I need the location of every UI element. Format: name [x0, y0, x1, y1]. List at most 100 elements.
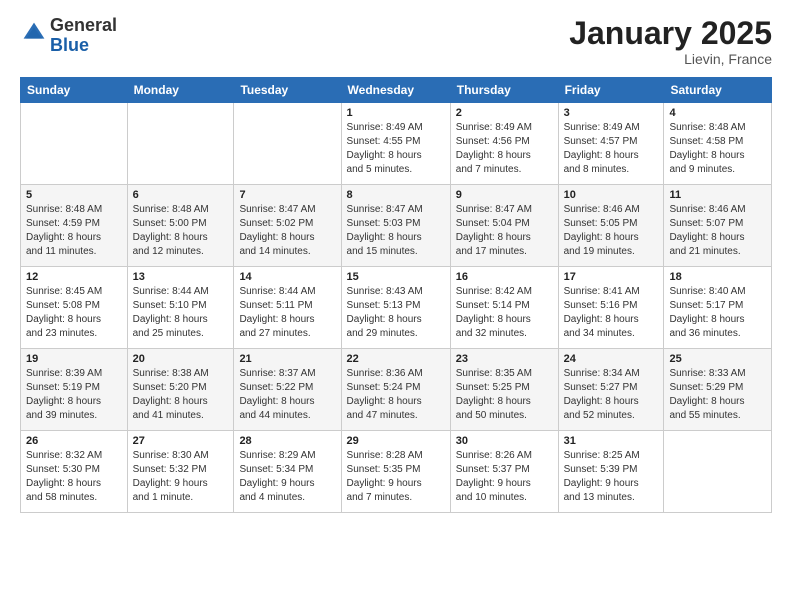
- calendar-week-2: 12 Sunrise: 8:45 AM Sunset: 5:08 PM Dayli…: [21, 267, 772, 349]
- day-info: Sunrise: 8:36 AM Sunset: 5:24 PM Dayligh…: [347, 367, 445, 423]
- calendar-cell: 19Sunrise: 8:39 AM Sunset: 5:19 PM Dayli…: [21, 349, 128, 431]
- calendar-cell: 17 Sunrise: 8:41 AM Sunset: 5:16 PM Dayli…: [558, 267, 664, 349]
- calendar-cell: 25Sunrise: 8:33 AM Sunset: 5:29 PM Dayli…: [664, 349, 772, 431]
- calendar-cell: 14 Sunrise: 8:44 AM Sunset: 5:11 PM Dayli…: [234, 267, 341, 349]
- day-number: 4: [669, 107, 766, 119]
- day-info: Sunrise: 8:47 AM Sunset: 5:04 PM Dayligh…: [456, 203, 553, 259]
- calendar-table: Sunday Monday Tuesday Wednesday Thursday…: [20, 77, 772, 513]
- calendar-cell: 20Sunrise: 8:38 AM Sunset: 5:20 PM Dayli…: [127, 349, 234, 431]
- logo-general-text: General: [50, 15, 117, 35]
- col-thursday: Thursday: [450, 78, 558, 103]
- calendar-cell: 28 Sunrise: 8:29 AM Sunset: 5:34 PM Dayli…: [234, 431, 341, 513]
- day-number: 18: [669, 271, 766, 283]
- calendar-cell: 6 Sunrise: 8:48 AM Sunset: 5:00 PM Daylig…: [127, 185, 234, 267]
- calendar-cell: 22 Sunrise: 8:36 AM Sunset: 5:24 PM Dayli…: [341, 349, 450, 431]
- logo-icon: [22, 21, 46, 45]
- calendar-cell: 11 Sunrise: 8:46 AM Sunset: 5:07 PM Dayli…: [664, 185, 772, 267]
- location: Lievin, France: [569, 51, 772, 67]
- calendar-cell: 30 Sunrise: 8:26 AM Sunset: 5:37 PM Dayli…: [450, 431, 558, 513]
- day-info: Sunrise: 8:25 AM Sunset: 5:39 PM Dayligh…: [564, 449, 659, 505]
- day-number: 12: [26, 271, 122, 283]
- day-info: Sunrise: 8:40 AM Sunset: 5:17 PM Dayligh…: [669, 285, 766, 341]
- calendar-cell: 21 Sunrise: 8:37 AM Sunset: 5:22 PM Dayli…: [234, 349, 341, 431]
- calendar-week-4: 26 Sunrise: 8:32 AM Sunset: 5:30 PM Dayli…: [21, 431, 772, 513]
- day-number: 16: [456, 271, 553, 283]
- day-number: 25: [669, 353, 766, 365]
- calendar-cell: 8Sunrise: 8:47 AM Sunset: 5:03 PM Daylig…: [341, 185, 450, 267]
- day-number: 23: [456, 353, 553, 365]
- day-info: Sunrise: 8:30 AM Sunset: 5:32 PM Dayligh…: [133, 449, 229, 505]
- day-info: Sunrise: 8:41 AM Sunset: 5:16 PM Dayligh…: [564, 285, 659, 341]
- day-number: 11: [669, 189, 766, 201]
- day-number: 20: [133, 353, 229, 365]
- day-info: Sunrise: 8:47 AM Sunset: 5:03 PM Dayligh…: [347, 203, 445, 259]
- day-number: 19: [26, 353, 122, 365]
- calendar-cell: 5 Sunrise: 8:48 AM Sunset: 4:59 PM Daylig…: [21, 185, 128, 267]
- day-number: 17: [564, 271, 659, 283]
- day-number: 3: [564, 107, 659, 119]
- title-block: January 2025 Lievin, France: [569, 16, 772, 67]
- day-info: Sunrise: 8:37 AM Sunset: 5:22 PM Dayligh…: [239, 367, 335, 423]
- day-info: Sunrise: 8:42 AM Sunset: 5:14 PM Dayligh…: [456, 285, 553, 341]
- col-tuesday: Tuesday: [234, 78, 341, 103]
- col-wednesday: Wednesday: [341, 78, 450, 103]
- calendar-cell: 10 Sunrise: 8:46 AM Sunset: 5:05 PM Dayli…: [558, 185, 664, 267]
- calendar-cell: 31 Sunrise: 8:25 AM Sunset: 5:39 PM Dayli…: [558, 431, 664, 513]
- day-info: Sunrise: 8:46 AM Sunset: 5:07 PM Dayligh…: [669, 203, 766, 259]
- calendar-cell: 12 Sunrise: 8:45 AM Sunset: 5:08 PM Dayli…: [21, 267, 128, 349]
- calendar-cell: 15Sunrise: 8:43 AM Sunset: 5:13 PM Dayli…: [341, 267, 450, 349]
- day-info: Sunrise: 8:45 AM Sunset: 5:08 PM Dayligh…: [26, 285, 122, 341]
- day-info: Sunrise: 8:47 AM Sunset: 5:02 PM Dayligh…: [239, 203, 335, 259]
- calendar-cell: 13 Sunrise: 8:44 AM Sunset: 5:10 PM Dayli…: [127, 267, 234, 349]
- calendar-week-3: 19Sunrise: 8:39 AM Sunset: 5:19 PM Dayli…: [21, 349, 772, 431]
- day-info: Sunrise: 8:35 AM Sunset: 5:25 PM Dayligh…: [456, 367, 553, 423]
- day-number: 30: [456, 435, 553, 447]
- col-sunday: Sunday: [21, 78, 128, 103]
- day-info: Sunrise: 8:29 AM Sunset: 5:34 PM Dayligh…: [239, 449, 335, 505]
- calendar-cell: 3 Sunrise: 8:49 AM Sunset: 4:57 PM Daylig…: [558, 103, 664, 185]
- calendar-cell: 9 Sunrise: 8:47 AM Sunset: 5:04 PM Daylig…: [450, 185, 558, 267]
- calendar-cell: 18 Sunrise: 8:40 AM Sunset: 5:17 PM Dayli…: [664, 267, 772, 349]
- day-info: Sunrise: 8:48 AM Sunset: 4:58 PM Dayligh…: [669, 121, 766, 177]
- day-number: 5: [26, 189, 122, 201]
- calendar-cell: [127, 103, 234, 185]
- day-number: 2: [456, 107, 553, 119]
- calendar-week-1: 5 Sunrise: 8:48 AM Sunset: 4:59 PM Daylig…: [21, 185, 772, 267]
- calendar-cell: [234, 103, 341, 185]
- day-number: 21: [239, 353, 335, 365]
- day-number: 26: [26, 435, 122, 447]
- calendar-cell: 24Sunrise: 8:34 AM Sunset: 5:27 PM Dayli…: [558, 349, 664, 431]
- day-info: Sunrise: 8:49 AM Sunset: 4:55 PM Dayligh…: [347, 121, 445, 177]
- day-info: Sunrise: 8:32 AM Sunset: 5:30 PM Dayligh…: [26, 449, 122, 505]
- day-info: Sunrise: 8:46 AM Sunset: 5:05 PM Dayligh…: [564, 203, 659, 259]
- day-number: 22: [347, 353, 445, 365]
- day-info: Sunrise: 8:49 AM Sunset: 4:57 PM Dayligh…: [564, 121, 659, 177]
- day-number: 14: [239, 271, 335, 283]
- day-number: 9: [456, 189, 553, 201]
- col-friday: Friday: [558, 78, 664, 103]
- day-info: Sunrise: 8:44 AM Sunset: 5:11 PM Dayligh…: [239, 285, 335, 341]
- day-info: Sunrise: 8:48 AM Sunset: 5:00 PM Dayligh…: [133, 203, 229, 259]
- day-info: Sunrise: 8:44 AM Sunset: 5:10 PM Dayligh…: [133, 285, 229, 341]
- day-info: Sunrise: 8:48 AM Sunset: 4:59 PM Dayligh…: [26, 203, 122, 259]
- day-info: Sunrise: 8:34 AM Sunset: 5:27 PM Dayligh…: [564, 367, 659, 423]
- header: General Blue January 2025 Lievin, France: [20, 16, 772, 67]
- day-number: 10: [564, 189, 659, 201]
- day-info: Sunrise: 8:26 AM Sunset: 5:37 PM Dayligh…: [456, 449, 553, 505]
- header-row: Sunday Monday Tuesday Wednesday Thursday…: [21, 78, 772, 103]
- day-number: 15: [347, 271, 445, 283]
- calendar-cell: 16 Sunrise: 8:42 AM Sunset: 5:14 PM Dayli…: [450, 267, 558, 349]
- logo: General Blue: [20, 16, 117, 56]
- day-info: Sunrise: 8:49 AM Sunset: 4:56 PM Dayligh…: [456, 121, 553, 177]
- day-number: 13: [133, 271, 229, 283]
- day-number: 7: [239, 189, 335, 201]
- calendar-cell: [664, 431, 772, 513]
- day-number: 6: [133, 189, 229, 201]
- day-number: 28: [239, 435, 335, 447]
- day-info: Sunrise: 8:28 AM Sunset: 5:35 PM Dayligh…: [347, 449, 445, 505]
- day-number: 31: [564, 435, 659, 447]
- calendar-cell: 26 Sunrise: 8:32 AM Sunset: 5:30 PM Dayli…: [21, 431, 128, 513]
- calendar-week-0: 1Sunrise: 8:49 AM Sunset: 4:55 PM Daylig…: [21, 103, 772, 185]
- logo-blue-text: Blue: [50, 35, 89, 55]
- calendar-cell: 23 Sunrise: 8:35 AM Sunset: 5:25 PM Dayli…: [450, 349, 558, 431]
